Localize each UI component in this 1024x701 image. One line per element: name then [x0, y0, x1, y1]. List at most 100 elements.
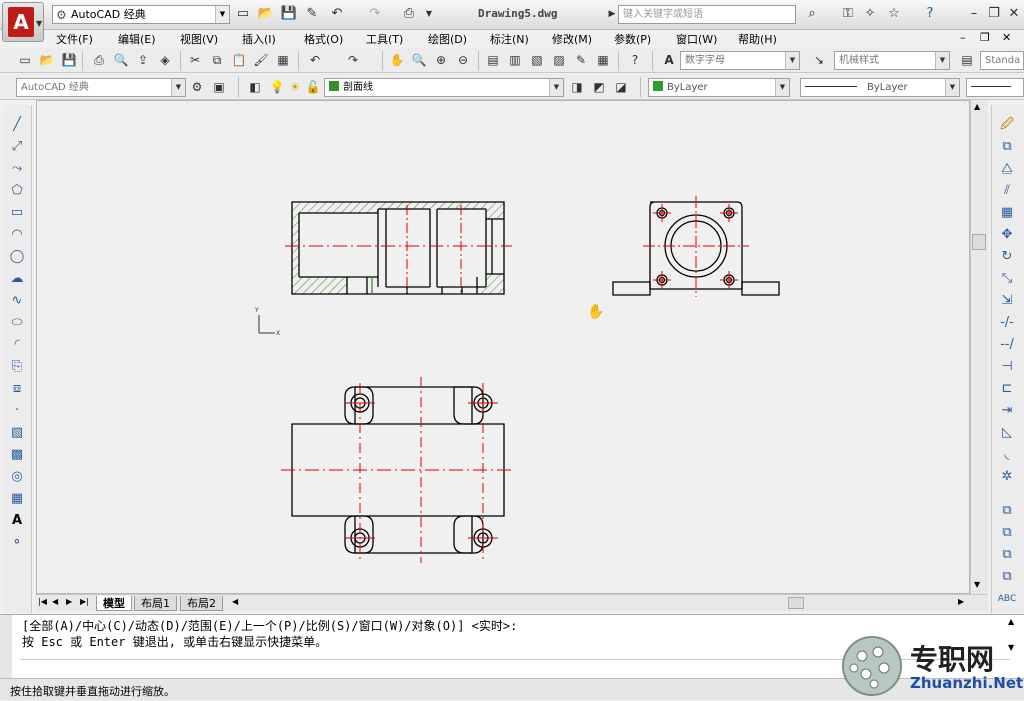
- draworder-front-icon[interactable]: ⧉: [996, 501, 1018, 521]
- tab-model[interactable]: 模型: [96, 596, 132, 611]
- break-icon[interactable]: ⊏: [996, 379, 1018, 399]
- polyline-icon[interactable]: ⤳: [6, 159, 28, 179]
- menu-insert[interactable]: 插入(I): [242, 31, 276, 47]
- ellipse-icon[interactable]: ⬭: [6, 313, 28, 333]
- mirror-icon[interactable]: ⧋: [996, 159, 1018, 179]
- lineweight-select[interactable]: [966, 78, 1024, 97]
- erase-icon[interactable]: 🖉: [996, 115, 1018, 135]
- gradient-icon[interactable]: ▩: [6, 445, 28, 465]
- block-editor-icon[interactable]: ▦: [274, 51, 292, 69]
- region-icon[interactable]: ◎: [6, 467, 28, 487]
- print-icon[interactable]: ⎙: [400, 5, 418, 23]
- text-style-icon[interactable]: A: [660, 51, 678, 69]
- sheet-set-icon[interactable]: ▨: [550, 51, 568, 69]
- prev-tab-icon[interactable]: ◀: [52, 597, 58, 606]
- explode-icon[interactable]: ✲: [996, 467, 1018, 487]
- layer-lock-icon[interactable]: 🔓: [304, 78, 322, 96]
- move-icon[interactable]: ✥: [996, 225, 1018, 245]
- 3d-dwf-icon[interactable]: ◈: [156, 51, 174, 69]
- join-icon[interactable]: ⇥: [996, 401, 1018, 421]
- publish-icon[interactable]: ⇪: [134, 51, 152, 69]
- paste-icon[interactable]: 📋: [230, 51, 248, 69]
- pan-icon[interactable]: ✋: [388, 51, 406, 69]
- menu-window[interactable]: 窗口(W): [676, 31, 717, 47]
- tool-palettes-icon[interactable]: ▧: [528, 51, 546, 69]
- cut-icon[interactable]: ✂: [186, 51, 204, 69]
- application-menu-button[interactable]: A ▼: [2, 2, 44, 42]
- redo-icon[interactable]: ↷: [366, 5, 384, 23]
- stretch-icon[interactable]: ⇲: [996, 291, 1018, 311]
- drawing-canvas[interactable]: Y X ✋: [36, 100, 970, 594]
- save-icon[interactable]: 💾: [280, 5, 298, 23]
- cmd-scroll-up-icon[interactable]: ▲: [1008, 617, 1014, 626]
- linetype-select[interactable]: ByLayer ▼: [800, 78, 960, 97]
- insert-block-icon[interactable]: ⎘: [6, 357, 28, 377]
- table-style-select[interactable]: Standa: [980, 51, 1024, 70]
- menu-view[interactable]: 视图(V): [180, 31, 218, 47]
- match-properties-icon[interactable]: 🖌: [252, 51, 270, 69]
- mtext-icon[interactable]: A: [6, 511, 28, 531]
- make-block-icon[interactable]: ⧈: [6, 379, 28, 399]
- save-as-icon[interactable]: ✎: [303, 5, 321, 23]
- first-tab-icon[interactable]: |◀: [38, 597, 47, 606]
- dim-style-icon[interactable]: ↘: [810, 51, 828, 69]
- menu-modify[interactable]: 修改(M): [552, 31, 592, 47]
- plot-icon[interactable]: ⎙: [90, 51, 108, 69]
- redo-icon[interactable]: ↷: [344, 51, 362, 69]
- vertical-scrollbar[interactable]: ▲ ▼: [970, 100, 988, 594]
- open-icon[interactable]: 📂: [257, 5, 275, 23]
- copy-icon[interactable]: ⧉: [208, 51, 226, 69]
- menu-edit[interactable]: 编辑(E): [118, 31, 156, 47]
- chamfer-icon[interactable]: ◺: [996, 423, 1018, 443]
- markup-icon[interactable]: ✎: [572, 51, 590, 69]
- menu-draw[interactable]: 绘图(D): [428, 31, 467, 47]
- copy-object-icon[interactable]: ⧉: [996, 137, 1018, 157]
- search-input[interactable]: 键入关键字或短语: [618, 5, 796, 24]
- offset-icon[interactable]: ⫽: [996, 181, 1018, 201]
- table-icon[interactable]: ▦: [6, 489, 28, 509]
- quick-access-dropdown-icon[interactable]: ▼: [420, 5, 438, 23]
- fillet-icon[interactable]: ◟: [996, 445, 1018, 465]
- vertical-scroll-thumb[interactable]: [972, 234, 986, 250]
- layer-thaw-icon[interactable]: ☀: [286, 78, 304, 96]
- hscroll-right-icon[interactable]: ▶: [958, 597, 964, 606]
- extend-icon[interactable]: --/: [996, 335, 1018, 355]
- menu-format[interactable]: 格式(O): [304, 31, 343, 47]
- help-icon[interactable]: ?: [626, 51, 644, 69]
- rotate-icon[interactable]: ↻: [996, 247, 1018, 267]
- make-current-icon[interactable]: ◨: [568, 78, 586, 96]
- close-button[interactable]: ✕: [1004, 4, 1024, 24]
- line-icon[interactable]: ╱: [6, 115, 28, 135]
- construction-line-icon[interactable]: ⤢: [6, 137, 28, 157]
- layer-select[interactable]: 剖面线 ▼: [324, 78, 564, 97]
- menu-parametric[interactable]: 参数(P): [614, 31, 651, 47]
- customize-icon[interactable]: ▣: [210, 78, 228, 96]
- trim-icon[interactable]: -/-: [996, 313, 1018, 333]
- calculator-icon[interactable]: ▦: [594, 51, 612, 69]
- circle-icon[interactable]: ◯: [6, 247, 28, 267]
- menu-file[interactable]: 文件(F): [56, 31, 93, 47]
- help-icon[interactable]: ?: [920, 4, 940, 24]
- menu-dimension[interactable]: 标注(N): [490, 31, 529, 47]
- new-icon[interactable]: ▭: [234, 5, 252, 23]
- zoom-window-icon[interactable]: ⊕: [432, 51, 450, 69]
- draworder-under-icon[interactable]: ⧉: [996, 567, 1018, 587]
- rectangle-icon[interactable]: ▭: [6, 203, 28, 223]
- menu-tools[interactable]: 工具(T): [366, 31, 403, 47]
- layer-previous-icon[interactable]: ◩: [590, 78, 608, 96]
- table-style-icon[interactable]: ▤: [958, 51, 976, 69]
- workspace-select[interactable]: AutoCAD 经典 ▼: [16, 78, 186, 97]
- layer-on-icon[interactable]: 💡: [268, 78, 286, 96]
- array-icon[interactable]: ▦: [996, 203, 1018, 223]
- key-icon[interactable]: ⚿: [838, 4, 858, 24]
- menu-minimize[interactable]: –: [960, 31, 966, 44]
- scroll-down-icon[interactable]: ▼: [974, 580, 980, 589]
- qnew-icon[interactable]: ▭: [16, 51, 34, 69]
- tab-layout2[interactable]: 布局2: [180, 596, 223, 611]
- menu-restore[interactable]: ❐: [980, 31, 990, 44]
- scale-icon[interactable]: ⤡: [996, 269, 1018, 289]
- tab-layout1[interactable]: 布局1: [134, 596, 177, 611]
- break-at-point-icon[interactable]: ⊣: [996, 357, 1018, 377]
- ellipse-arc-icon[interactable]: ◜: [6, 335, 28, 355]
- workspace-selector[interactable]: ⚙ AutoCAD 经典 ▼: [52, 5, 230, 24]
